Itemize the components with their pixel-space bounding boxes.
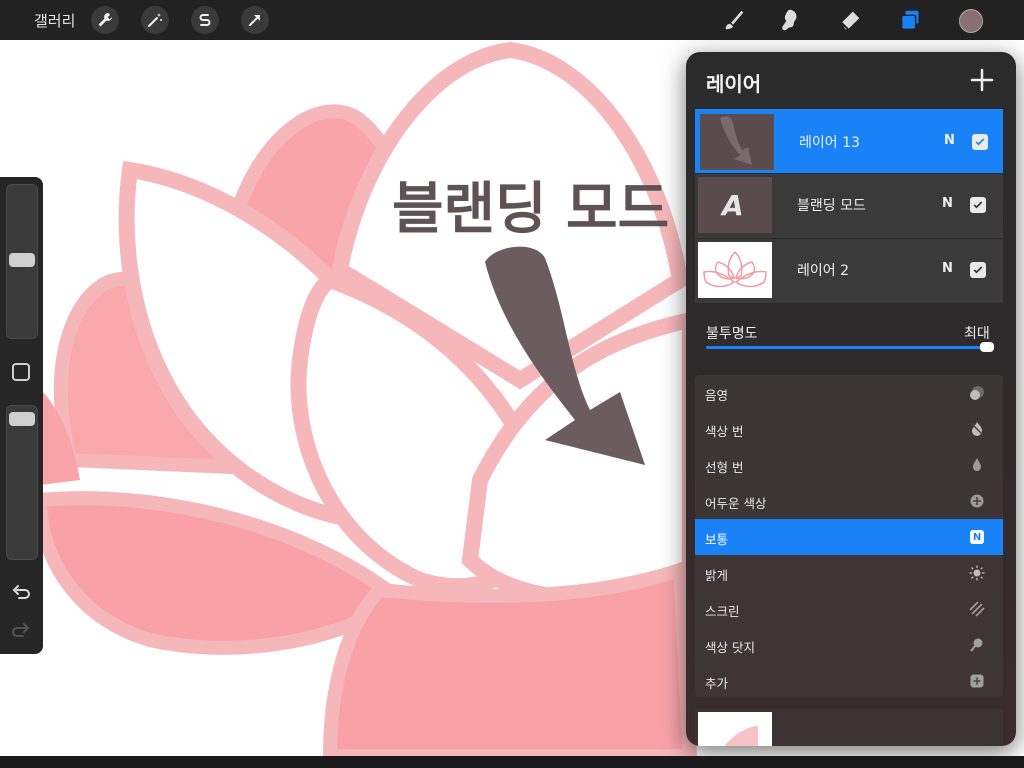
blend-mode-label: 보통: [705, 532, 729, 547]
gallery-button[interactable]: 갤러리: [34, 10, 75, 31]
blend-mode-label: 밝게: [705, 568, 729, 583]
eraser-icon[interactable]: [836, 6, 864, 34]
blend-mode-darker-color[interactable]: 어두운 색상: [695, 483, 1003, 519]
brush-size-slider[interactable]: [6, 184, 38, 339]
linear-burn-icon: [969, 457, 985, 473]
color-burn-icon: [969, 421, 985, 437]
layer-row[interactable]: 레이어 13 N: [695, 109, 1003, 173]
layer-opacity-slider[interactable]: [706, 346, 990, 349]
darker-color-icon: [969, 493, 985, 509]
layer-thumbnail: [698, 712, 772, 746]
blend-mode-label: 색상 닷지: [705, 640, 755, 655]
layer-row[interactable]: A 블랜딩 모드 N: [695, 174, 1003, 238]
add-mode-icon: [969, 673, 985, 689]
normal-icon: N: [969, 529, 985, 545]
lighten-icon: [969, 565, 985, 581]
add-layer-button[interactable]: [968, 66, 996, 94]
magic-wand-icon[interactable]: [141, 6, 169, 34]
color-picker-button[interactable]: [959, 9, 983, 33]
blend-mode-label: 음영: [705, 388, 729, 403]
layer-name: 블랜딩 모드: [797, 198, 866, 214]
layer-name: 레이어 13: [799, 135, 860, 151]
blend-mode-list: 음영 색상 번 선형 번 어두운 색상 보통 N 밝게 스크린 색상 닷지 추가: [695, 375, 1003, 697]
layer-row[interactable]: 레이어 2 N: [695, 239, 1003, 303]
brush-size-thumb[interactable]: [9, 253, 35, 267]
smudge-icon[interactable]: [776, 6, 804, 34]
undo-icon[interactable]: [10, 582, 32, 604]
blend-mode-screen[interactable]: 스크린: [695, 591, 1003, 627]
blend-mode-multiply[interactable]: 음영: [695, 375, 1003, 411]
blend-mode-add[interactable]: 추가: [695, 663, 1003, 699]
color-dodge-icon: [969, 637, 985, 653]
layers-panel: 레이어 레이어 13 N A 블랜딩 모드 N 레이어 2 N 불투명도 최대 …: [686, 52, 1016, 746]
svg-text:A: A: [720, 189, 744, 222]
blend-mode-label: 추가: [705, 676, 729, 691]
layers-icon[interactable]: [897, 6, 925, 34]
layer-thumbnail: [698, 242, 772, 298]
modify-button[interactable]: [12, 363, 30, 381]
top-toolbar: 갤러리: [0, 0, 1024, 40]
layer-blend-mode[interactable]: N: [942, 261, 953, 276]
layer-visibility-checkbox[interactable]: [970, 197, 986, 213]
normal-badge: N: [970, 530, 984, 544]
blend-mode-linear-burn[interactable]: 선형 번: [695, 447, 1003, 483]
blend-mode-label: 선형 번: [705, 460, 744, 475]
screen-icon: [969, 601, 985, 617]
brush-icon[interactable]: [720, 6, 748, 34]
blend-mode-label: 색상 번: [705, 424, 744, 439]
wrench-icon[interactable]: [91, 6, 119, 34]
layer-blend-mode[interactable]: N: [944, 133, 955, 148]
canvas-heading: 블랜딩 모드: [392, 177, 669, 242]
layer-visibility-checkbox[interactable]: [970, 262, 986, 278]
layer-thumbnail: [700, 114, 774, 170]
layer-visibility-checkbox[interactable]: [972, 134, 988, 150]
opacity-slider[interactable]: [6, 405, 38, 560]
transform-arrow-icon[interactable]: [241, 6, 269, 34]
left-sidebar: [0, 177, 43, 654]
opacity-label: 불투명도: [706, 326, 758, 342]
opacity-thumb[interactable]: [9, 412, 35, 426]
blend-mode-color-burn[interactable]: 색상 번: [695, 411, 1003, 447]
bottom-edge: [0, 756, 1024, 768]
layer-name: 레이어 2: [797, 263, 849, 279]
opacity-value: 최대: [964, 326, 990, 342]
selection-icon[interactable]: [191, 6, 219, 34]
panel-title: 레이어: [706, 72, 762, 96]
multiply-icon: [969, 385, 985, 401]
blend-mode-lighten[interactable]: 밝게: [695, 555, 1003, 591]
layer-row-partial[interactable]: [695, 709, 1003, 746]
blend-mode-color-dodge[interactable]: 색상 닷지: [695, 627, 1003, 663]
layer-opacity-thumb[interactable]: [980, 342, 994, 352]
blend-mode-normal[interactable]: 보통 N: [695, 519, 1003, 555]
layer-thumbnail: A: [698, 177, 772, 233]
redo-icon[interactable]: [10, 620, 32, 642]
layer-blend-mode[interactable]: N: [942, 196, 953, 211]
blend-mode-label: 스크린: [705, 604, 740, 619]
blend-mode-label: 어두운 색상: [705, 496, 767, 511]
